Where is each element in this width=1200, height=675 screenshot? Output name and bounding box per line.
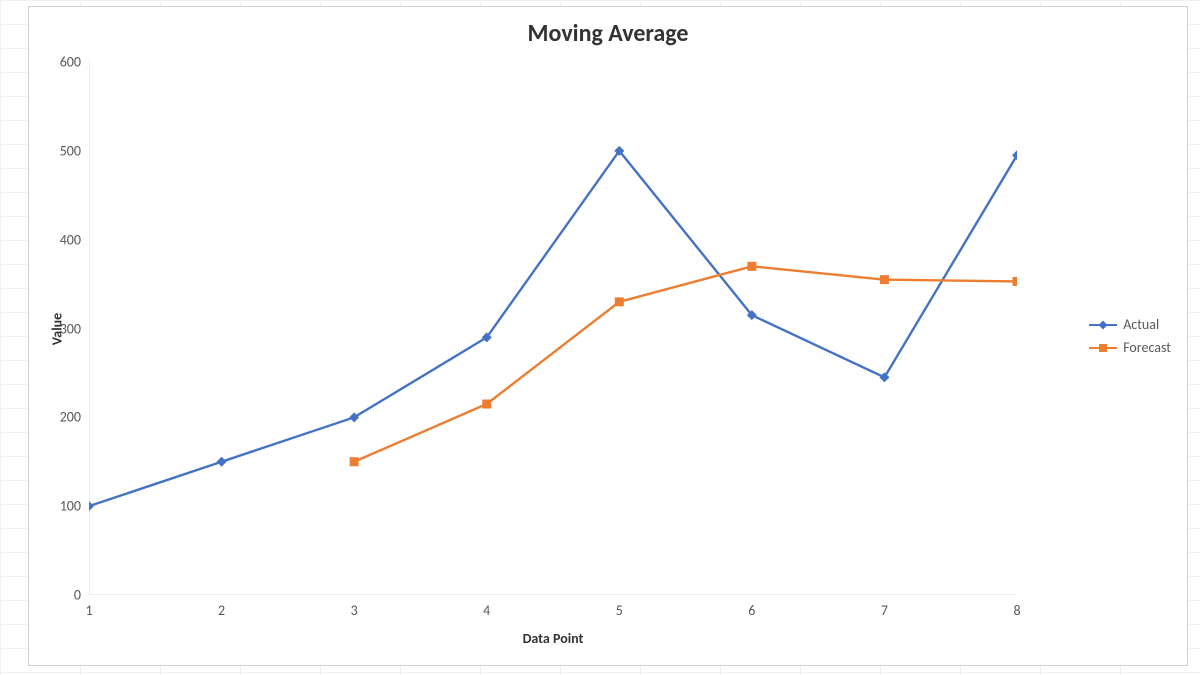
x-tick-label: 1 bbox=[85, 602, 92, 619]
marker-forecast bbox=[350, 457, 359, 466]
marker-actual bbox=[217, 457, 227, 467]
marker-actual bbox=[879, 372, 889, 382]
marker-actual bbox=[89, 501, 94, 511]
y-tick-label: 400 bbox=[60, 231, 81, 248]
marker-forecast bbox=[482, 400, 491, 409]
y-tick-label: 600 bbox=[60, 54, 81, 71]
legend-label: Forecast bbox=[1123, 339, 1171, 356]
plot-wrap: Value Data Point 01002003004005006001234… bbox=[89, 62, 1017, 595]
x-tick-label: 2 bbox=[218, 602, 225, 619]
y-tick-label: 300 bbox=[60, 320, 81, 337]
legend-item-actual[interactable]: Actual bbox=[1089, 316, 1171, 333]
marker-forecast bbox=[880, 275, 889, 284]
x-tick-label: 8 bbox=[1013, 602, 1020, 619]
legend: Actual Forecast bbox=[1089, 310, 1171, 362]
y-tick-label: 500 bbox=[60, 142, 81, 159]
legend-item-forecast[interactable]: Forecast bbox=[1089, 339, 1171, 356]
legend-label: Actual bbox=[1123, 316, 1159, 333]
y-tick-label: 100 bbox=[60, 498, 81, 515]
plot-area: 010020030040050060012345678 bbox=[89, 62, 1017, 595]
series-line-forecast bbox=[354, 266, 1017, 461]
x-tick-label: 3 bbox=[351, 602, 358, 619]
x-tick-label: 7 bbox=[881, 602, 888, 619]
plot-svg bbox=[89, 62, 1017, 595]
x-tick-label: 5 bbox=[616, 602, 623, 619]
x-tick-label: 6 bbox=[748, 602, 755, 619]
legend-swatch bbox=[1089, 341, 1117, 355]
marker-forecast bbox=[615, 297, 624, 306]
chart-title: Moving Average bbox=[29, 19, 1187, 48]
marker-forecast bbox=[1013, 277, 1018, 286]
sheet-background: Moving Average Value Data Point 01002003… bbox=[0, 0, 1200, 675]
y-tick-label: 200 bbox=[60, 409, 81, 426]
legend-swatch bbox=[1089, 318, 1117, 332]
chart-frame[interactable]: Moving Average Value Data Point 01002003… bbox=[28, 6, 1188, 666]
x-tick-label: 4 bbox=[483, 602, 490, 619]
series-line-actual bbox=[89, 151, 1017, 506]
x-axis-title: Data Point bbox=[89, 630, 1017, 647]
y-tick-label: 0 bbox=[74, 587, 81, 604]
marker-forecast bbox=[747, 262, 756, 271]
